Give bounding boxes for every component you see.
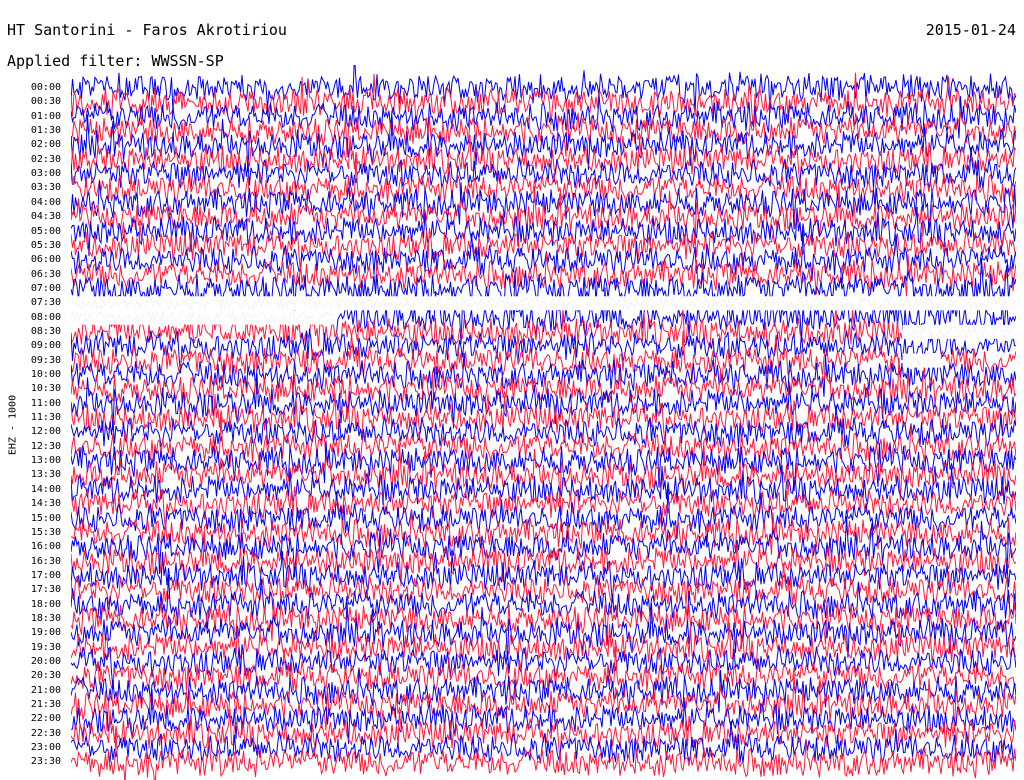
time-label: 17:30	[30, 584, 61, 596]
trace-line	[71, 598, 1016, 650]
time-label: 19:30	[30, 641, 61, 653]
time-label: 12:30	[30, 440, 61, 452]
time-label: 17:00	[30, 569, 61, 581]
time-label: 20:30	[30, 670, 61, 682]
time-label: 11:00	[30, 397, 61, 409]
time-label: 03:30	[30, 182, 61, 194]
time-label: 03:00	[30, 168, 61, 180]
time-label: 00:00	[30, 82, 61, 93]
time-label: 04:00	[30, 196, 61, 208]
time-label: 21:00	[30, 684, 61, 696]
seismogram-plot	[71, 65, 1016, 780]
trace-line	[71, 465, 1016, 506]
time-label: 16:00	[30, 541, 61, 553]
time-label: 18:30	[30, 612, 61, 624]
time-label: 02:30	[30, 153, 61, 165]
time-label: 02:00	[30, 139, 61, 151]
time-label: 05:00	[30, 225, 61, 237]
time-label: 18:00	[30, 598, 61, 610]
time-label: 15:30	[30, 526, 61, 538]
time-label: 13:00	[30, 455, 61, 467]
time-label: 12:00	[30, 426, 61, 438]
time-label: 22:30	[30, 727, 61, 739]
time-label: 16:30	[30, 555, 61, 567]
time-label: 07:00	[30, 282, 61, 294]
time-label: 10:00	[30, 369, 61, 380]
time-label: 01:30	[30, 125, 61, 137]
trace-row	[71, 598, 1016, 650]
time-label: 07:30	[30, 297, 61, 309]
time-label: 04:30	[30, 211, 61, 223]
time-label: 14:00	[30, 483, 61, 495]
time-label: 13:30	[30, 469, 61, 481]
trace-row	[71, 486, 1016, 531]
time-label: 23:00	[30, 742, 61, 754]
time-label: 15:00	[30, 512, 61, 524]
trace-row	[71, 465, 1016, 506]
data-gap	[71, 296, 1016, 311]
time-label: 09:00	[30, 340, 61, 352]
time-label: 19:00	[30, 627, 61, 639]
time-label: 08:30	[30, 325, 61, 337]
time-label: 11:30	[30, 412, 61, 424]
time-label: 09:30	[30, 354, 61, 366]
data-gap	[902, 353, 941, 368]
time-label: 01:00	[30, 110, 61, 122]
time-label: 05:30	[30, 239, 61, 251]
time-label: 10:30	[30, 383, 61, 395]
time-label: 06:30	[30, 268, 61, 280]
time-label: 21:30	[30, 699, 61, 711]
time-label: 14:30	[30, 498, 61, 510]
trace-line	[71, 486, 1016, 531]
time-label: 08:00	[30, 311, 61, 323]
time-label: 20:00	[30, 656, 61, 667]
time-label: 00:30	[30, 96, 61, 108]
time-label: 06:00	[30, 254, 61, 266]
record-date: 2015-01-24	[925, 21, 1016, 39]
station-title: HT Santorini - Faros Akrotiriou	[7, 21, 287, 39]
time-label: 23:30	[30, 756, 61, 768]
time-label: 22:00	[30, 713, 61, 725]
